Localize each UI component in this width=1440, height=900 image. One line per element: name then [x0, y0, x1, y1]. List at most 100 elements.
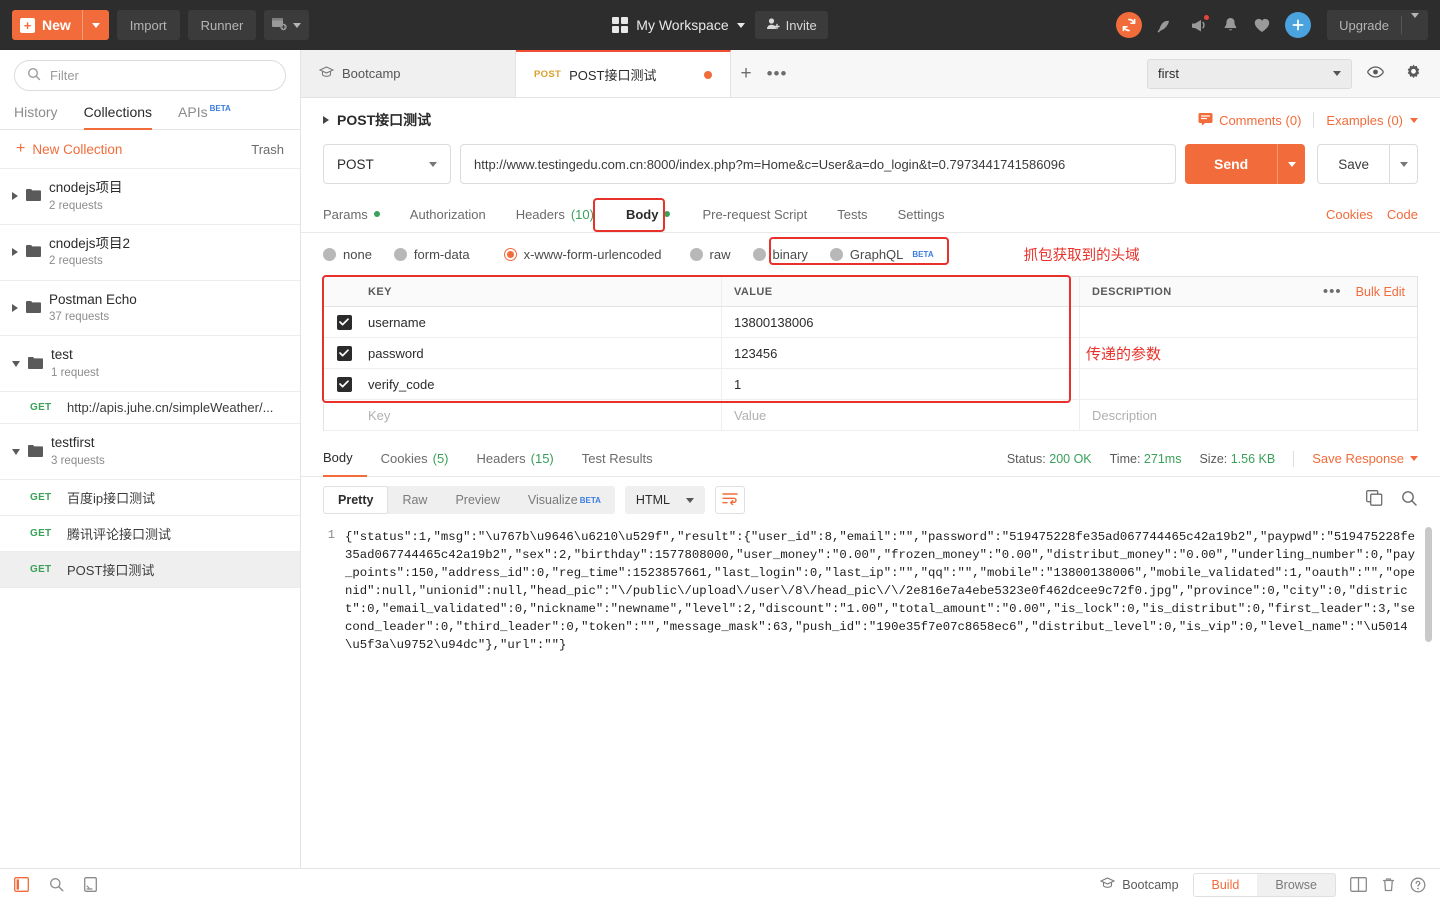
upgrade-dropdown[interactable] — [1402, 12, 1428, 33]
table-row[interactable]: verify_code 1 — [324, 369, 1417, 400]
body-type-urlencoded[interactable]: x-www-form-urlencoded — [492, 247, 678, 262]
examples-button[interactable]: Examples (0) — [1326, 113, 1418, 128]
chevron-down-icon[interactable] — [12, 448, 20, 455]
table-row-placeholder[interactable]: Key Value Description — [324, 400, 1417, 431]
build-mode-button[interactable]: Build — [1193, 873, 1258, 896]
response-tab-body[interactable]: Body — [323, 441, 367, 477]
tab-options-button[interactable]: ••• — [761, 50, 793, 97]
word-wrap-button[interactable] — [714, 486, 745, 514]
heart-icon[interactable] — [1253, 17, 1271, 34]
megaphone-icon[interactable] — [1189, 14, 1211, 34]
copy-icon[interactable] — [1366, 490, 1383, 510]
tab-tests[interactable]: Tests — [822, 196, 882, 233]
row-checkbox[interactable] — [324, 314, 364, 330]
row-value[interactable]: 123456 — [722, 338, 1080, 368]
environment-quick-look-button[interactable] — [1360, 59, 1390, 89]
response-body-viewer[interactable]: 1 {"status":1,"msg":"\u767b\u9646\u6210\… — [301, 523, 1440, 868]
new-button-main[interactable]: + New — [12, 10, 82, 40]
tab-pre-request-script[interactable]: Pre-request Script — [687, 196, 822, 233]
console-icon[interactable] — [84, 877, 97, 892]
row-checkbox[interactable] — [324, 345, 364, 361]
row-checkbox[interactable] — [324, 376, 364, 392]
upgrade-button[interactable]: Upgrade — [1327, 10, 1428, 40]
method-select[interactable]: POST — [323, 144, 451, 184]
tab-params[interactable]: Params — [323, 196, 395, 233]
table-row[interactable]: username 13800138006 — [324, 307, 1417, 338]
save-response-button[interactable]: Save Response — [1312, 451, 1418, 466]
placeholder-description[interactable]: Description — [1080, 400, 1417, 430]
placeholder-key[interactable]: Key — [364, 400, 722, 430]
search-input[interactable]: Filter — [14, 60, 286, 91]
bootcamp-status-button[interactable]: Bootcamp — [1099, 877, 1179, 892]
workspace-button[interactable]: My Workspace — [612, 17, 745, 33]
collection-item-test[interactable]: test 1 request — [0, 336, 300, 393]
new-collection-button[interactable]: + New Collection — [16, 141, 122, 157]
find-icon[interactable] — [49, 877, 64, 892]
collection-item-postman-echo[interactable]: Postman Echo 37 requests — [0, 281, 300, 337]
save-button[interactable]: Save — [1317, 144, 1390, 184]
list-item[interactable]: GET http://apis.juhe.cn/simpleWeather/..… — [0, 392, 300, 425]
ellipsis-icon[interactable]: ••• — [1323, 283, 1342, 300]
satellite-icon[interactable] — [1156, 16, 1175, 34]
viewer-raw[interactable]: Raw — [388, 486, 441, 514]
send-dropdown-button[interactable] — [1277, 144, 1306, 184]
chevron-right-icon[interactable] — [323, 116, 329, 124]
bell-icon[interactable] — [1222, 16, 1239, 34]
help-icon[interactable] — [1410, 877, 1426, 893]
placeholder-value[interactable]: Value — [722, 400, 1080, 430]
body-type-raw[interactable]: raw — [689, 247, 745, 262]
bulk-edit-link[interactable]: Bulk Edit — [1356, 285, 1405, 299]
response-tab-headers[interactable]: Headers (15) — [463, 441, 568, 477]
viewer-visualize[interactable]: Visualize BETA — [514, 486, 615, 514]
table-row[interactable]: password 123456 — [324, 338, 1417, 369]
response-scrollbar[interactable] — [1425, 527, 1432, 642]
row-key[interactable]: verify_code — [364, 369, 722, 399]
tab-settings[interactable]: Settings — [883, 196, 960, 233]
comments-button[interactable]: Comments (0) — [1198, 112, 1301, 129]
trash-icon[interactable] — [1381, 877, 1396, 892]
runner-button[interactable]: Runner — [187, 10, 257, 40]
list-item-selected[interactable]: GET POST接口测试 — [0, 552, 300, 589]
chevron-right-icon[interactable] — [12, 304, 18, 313]
row-value[interactable]: 13800138006 — [722, 307, 1080, 337]
sidebar-toggle-icon[interactable] — [14, 877, 29, 892]
new-window-button[interactable] — [264, 10, 310, 40]
collection-item-cnodejs[interactable]: cnodejs项目 2 requests — [0, 169, 300, 225]
chevron-down-icon[interactable] — [12, 360, 20, 367]
body-type-form-data[interactable]: form-data — [393, 247, 484, 262]
row-value[interactable]: 1 — [722, 369, 1080, 399]
chevron-right-icon[interactable] — [12, 192, 18, 201]
new-button-dropdown[interactable] — [81, 10, 109, 40]
tab-post-request[interactable]: POST POST接口测试 — [516, 50, 731, 97]
add-icon[interactable] — [1285, 12, 1312, 38]
viewer-preview[interactable]: Preview — [441, 486, 513, 514]
environment-select[interactable]: first — [1147, 58, 1352, 89]
row-key[interactable]: password — [364, 338, 722, 368]
response-tab-test-results[interactable]: Test Results — [568, 441, 667, 477]
body-type-binary[interactable]: binary — [752, 247, 822, 262]
trash-button[interactable]: Trash — [251, 142, 284, 157]
row-description[interactable] — [1080, 307, 1417, 337]
tab-body[interactable]: Body — [609, 196, 688, 233]
send-button[interactable]: Send — [1184, 144, 1278, 184]
list-item[interactable]: GET 腾讯评论接口测试 — [0, 516, 300, 553]
cookies-link[interactable]: Cookies — [1326, 207, 1373, 222]
save-dropdown-button[interactable] — [1390, 144, 1418, 184]
invite-button[interactable]: Invite — [754, 11, 828, 39]
new-tab-button[interactable]: + — [731, 50, 761, 97]
list-item[interactable]: GET 百度ip接口测试 — [0, 480, 300, 517]
import-button[interactable]: Import — [116, 10, 180, 40]
response-tab-cookies[interactable]: Cookies (5) — [367, 441, 463, 477]
sync-icon[interactable] — [1116, 12, 1143, 38]
body-type-none[interactable]: none — [323, 247, 386, 262]
new-button[interactable]: + New — [12, 10, 109, 40]
tab-authorization[interactable]: Authorization — [395, 196, 501, 233]
tab-collections[interactable]: Collections — [83, 99, 153, 130]
collection-item-cnodejs2[interactable]: cnodejs项目2 2 requests — [0, 225, 300, 281]
code-link[interactable]: Code — [1387, 207, 1418, 222]
chevron-right-icon[interactable] — [12, 248, 18, 257]
url-input[interactable]: http://www.testingedu.com.cn:8000/index.… — [460, 144, 1176, 184]
row-description[interactable] — [1080, 369, 1417, 399]
settings-button[interactable] — [1398, 59, 1428, 89]
search-icon[interactable] — [1401, 490, 1418, 510]
